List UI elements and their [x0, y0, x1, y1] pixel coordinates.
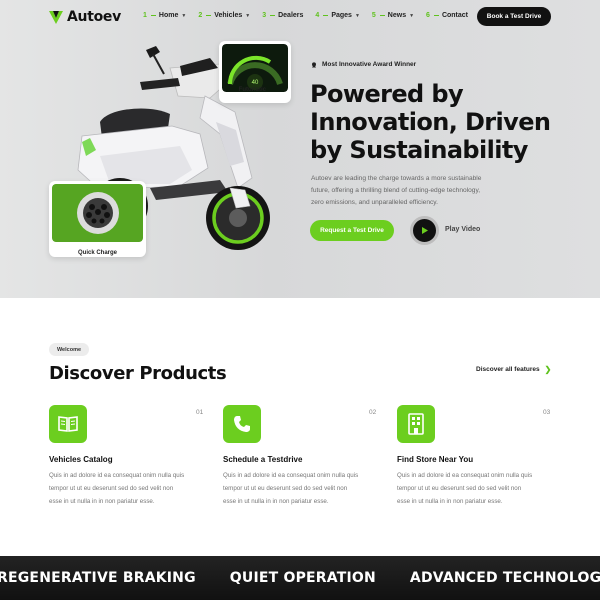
logo-text: Autoev: [67, 9, 121, 25]
nav-item-number: 4: [315, 12, 320, 19]
feature-number: 02: [369, 409, 377, 416]
nav-dash: [150, 15, 156, 16]
hero-description-line: future, offering a thrilling blend of cu…: [311, 187, 481, 194]
nav-item-number: 6: [426, 12, 430, 19]
award-text: Most Innovative Award Winner: [322, 61, 417, 68]
feature-description-line: tempor ut ut eu deserunt sed do sed veli…: [397, 485, 522, 492]
main-menu: 1 Home ▼ 2 Vehicles ▼ 3 Dealers 4 Pages …: [143, 12, 480, 19]
award-badge: Most Innovative Award Winner: [311, 61, 416, 68]
ticker-item: QUIET OPERATION: [229, 570, 376, 586]
chevron-down-icon: ▼: [409, 12, 415, 19]
nav-item-label: News: [387, 12, 407, 19]
chevron-down-icon: ▼: [181, 12, 187, 19]
section-title: Discover Products: [49, 363, 227, 384]
feature-card-schedule-testdrive[interactable]: 02 Schedule a Testdrive Quis in ad dolor…: [223, 405, 383, 508]
feature-title: Find Store Near You: [397, 455, 474, 464]
dashboard-image: 40: [222, 44, 288, 92]
nav-item-dealers[interactable]: 3 Dealers: [262, 12, 303, 19]
book-icon: [49, 405, 87, 443]
hero-description-line: zero emissions, and unparalleled efficie…: [311, 199, 438, 206]
svg-text:40: 40: [252, 80, 259, 86]
discover-all-features-link[interactable]: Discover all features ❯: [476, 365, 551, 374]
nav-item-label: Vehicles: [214, 12, 243, 19]
chevron-down-icon: ▼: [354, 12, 360, 19]
logo-icon: [49, 10, 63, 24]
logo[interactable]: Autoev: [48, 9, 121, 25]
feature-number: 03: [543, 409, 551, 416]
feature-description: Quis in ad dolore id ea consequat onim n…: [223, 469, 383, 508]
nav-item-vehicles[interactable]: 2 Vehicles ▼: [198, 12, 250, 19]
nav-dash: [206, 15, 212, 16]
futuristic-label: Futuristic: [238, 87, 266, 93]
quick-charge-label: Quick Charge: [77, 250, 117, 256]
play-video-button[interactable]: [410, 216, 439, 245]
charge-port-image: [52, 184, 143, 242]
nav-dash: [323, 15, 329, 16]
nav-item-number: 3: [262, 12, 267, 19]
feature-description-line: esse in ut nulla in in non pariatur esse…: [397, 498, 503, 505]
chevron-down-icon: ▼: [245, 12, 251, 19]
welcome-pill: Welcome: [49, 343, 89, 356]
award-icon: [312, 61, 316, 68]
nav-item-label: Pages: [331, 12, 352, 19]
hero-title-line: Powered by: [310, 80, 464, 108]
nav-item-label: Dealers: [278, 12, 304, 19]
quick-charge-card: Quick Charge: [49, 181, 146, 257]
feature-description-line: Quis in ad dolore id ea consequat onim n…: [49, 472, 185, 479]
hero-title-line: Innovation, Driven: [310, 108, 551, 136]
nav-item-news[interactable]: 5 News ▼: [372, 12, 414, 19]
nav-item-contact[interactable]: 6 Contact: [426, 12, 468, 19]
feature-description-line: esse in ut nulla in in non pariatur esse…: [223, 498, 329, 505]
feature-title: Vehicles Catalog: [49, 455, 113, 464]
futuristic-card: 40 Futuristic: [219, 41, 291, 103]
ticker-item: REGENERATIVE BRAKING: [0, 570, 196, 586]
hero-description-line: Autoev are leading the charge towards a …: [311, 175, 482, 182]
feature-description: Quis in ad dolore id ea consequat onim n…: [397, 469, 557, 508]
nav-dash: [379, 15, 385, 16]
feature-description-line: esse in ut nulla in in non pariatur esse…: [49, 498, 155, 505]
hero-description: Autoev are leading the charge towards a …: [311, 173, 501, 209]
feature-description-line: tempor ut ut eu deserunt sed do sed veli…: [49, 485, 174, 492]
hero-title-line: by Sustainability: [310, 136, 528, 164]
nav-item-label: Home: [158, 12, 179, 19]
feature-ticker: REGENERATIVE BRAKING QUIET OPERATION ADV…: [0, 556, 600, 600]
nav-item-number: 5: [371, 12, 376, 19]
ticker-item: ADVANCED TECHNOLOGY: [409, 570, 600, 586]
top-nav: Autoev 1 Home ▼ 2 Vehicles ▼ 3 Dealers 4: [0, 0, 600, 34]
hero-section: Autoev 1 Home ▼ 2 Vehicles ▼ 3 Dealers 4: [0, 0, 600, 298]
feature-card-find-store[interactable]: 03 Find Store Near You Quis in ad dolore…: [397, 405, 557, 508]
feature-description-line: Quis in ad dolore id ea consequat onim n…: [223, 472, 359, 479]
nav-item-home[interactable]: 1 Home ▼: [143, 12, 186, 19]
play-video-label[interactable]: Play Video: [445, 226, 480, 233]
feature-description: Quis in ad dolore id ea consequat onim n…: [49, 469, 209, 508]
nav-item-pages[interactable]: 4 Pages ▼: [315, 12, 359, 19]
nav-item-label: Contact: [441, 12, 469, 19]
feature-card-vehicles-catalog[interactable]: 01 Vehicles Catalog Quis in ad dolore id…: [49, 405, 209, 508]
feature-description-line: Quis in ad dolore id ea consequat onim n…: [397, 472, 533, 479]
nav-dash: [270, 15, 276, 16]
chevron-right-icon: ❯: [544, 365, 552, 374]
feature-description-line: tempor ut ut eu deserunt sed do sed veli…: [223, 485, 348, 492]
nav-item-number: 2: [198, 12, 203, 19]
feature-title: Schedule a Testdrive: [223, 455, 303, 464]
play-icon: [422, 227, 428, 234]
nav-item-number: 1: [143, 12, 147, 19]
building-icon: [397, 405, 435, 443]
feature-number: 01: [196, 409, 204, 416]
phone-icon: [223, 405, 261, 443]
discover-link-label: Discover all features: [476, 366, 540, 373]
hero-title: Powered by Innovation, Driven by Sustain…: [310, 80, 570, 164]
book-test-drive-button[interactable]: Book a Test Drive: [477, 7, 551, 26]
nav-dash: [433, 15, 439, 16]
request-test-drive-button[interactable]: Request a Test Drive: [310, 220, 394, 241]
